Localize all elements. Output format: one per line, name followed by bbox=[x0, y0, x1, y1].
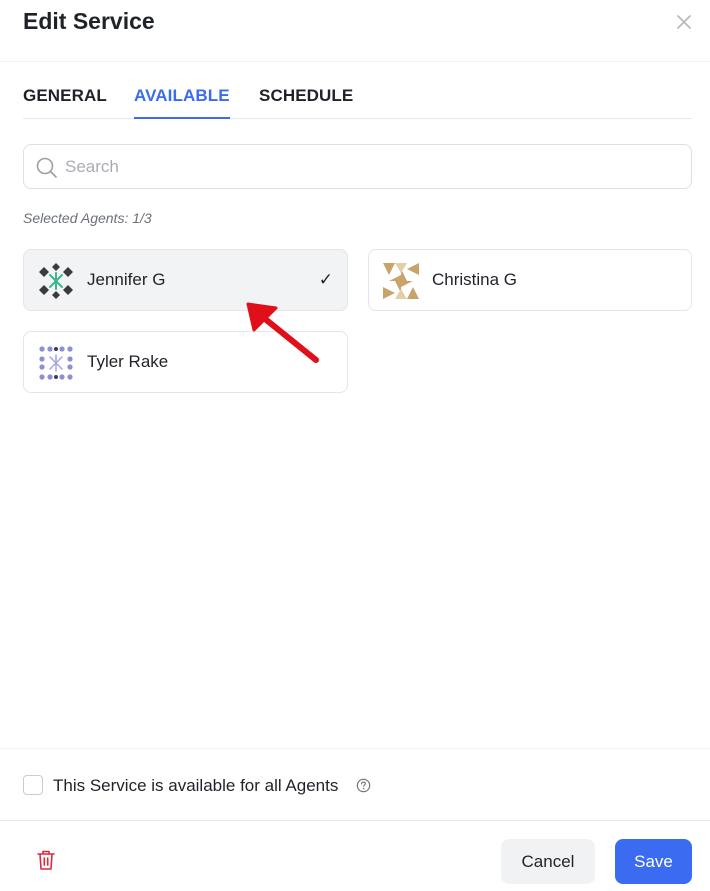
tab-schedule[interactable]: SCHEDULE bbox=[259, 78, 353, 119]
save-button[interactable]: Save bbox=[615, 839, 692, 884]
help-icon[interactable] bbox=[356, 778, 371, 793]
search-input[interactable] bbox=[65, 145, 675, 188]
all-agents-label: This Service is available for all Agents bbox=[53, 776, 339, 795]
agent-card-tyler-rake[interactable]: Tyler Rake bbox=[23, 331, 348, 393]
agent-name: Jennifer G bbox=[87, 270, 166, 289]
all-agents-row: This Service is available for all Agents bbox=[0, 748, 710, 821]
selected-agents-count: Selected Agents: 1/3 bbox=[23, 210, 152, 226]
dialog-title: Edit Service bbox=[23, 8, 155, 34]
tab-general[interactable]: GENERAL bbox=[23, 78, 107, 119]
agent-card-christina-g[interactable]: Christina G bbox=[368, 249, 692, 311]
avatar-identicon bbox=[383, 263, 419, 299]
tab-available[interactable]: AVAILABLE bbox=[134, 78, 230, 119]
dialog-header: Edit Service bbox=[0, 0, 710, 62]
agent-name: Tyler Rake bbox=[87, 352, 169, 371]
agent-name: Christina G bbox=[432, 270, 518, 289]
search-box bbox=[23, 144, 692, 189]
avatar-identicon bbox=[38, 345, 74, 381]
check-icon: ✓ bbox=[318, 270, 333, 289]
search-icon bbox=[36, 157, 57, 178]
trash-icon[interactable] bbox=[36, 849, 56, 871]
close-icon[interactable] bbox=[672, 10, 696, 34]
cancel-button[interactable]: Cancel bbox=[501, 839, 595, 884]
all-agents-checkbox[interactable] bbox=[23, 775, 43, 795]
tab-bar: GENERAL AVAILABLE SCHEDULE bbox=[23, 78, 692, 119]
agent-card-jennifer-g[interactable]: Jennifer G ✓ bbox=[23, 249, 348, 311]
avatar-identicon bbox=[38, 263, 74, 299]
